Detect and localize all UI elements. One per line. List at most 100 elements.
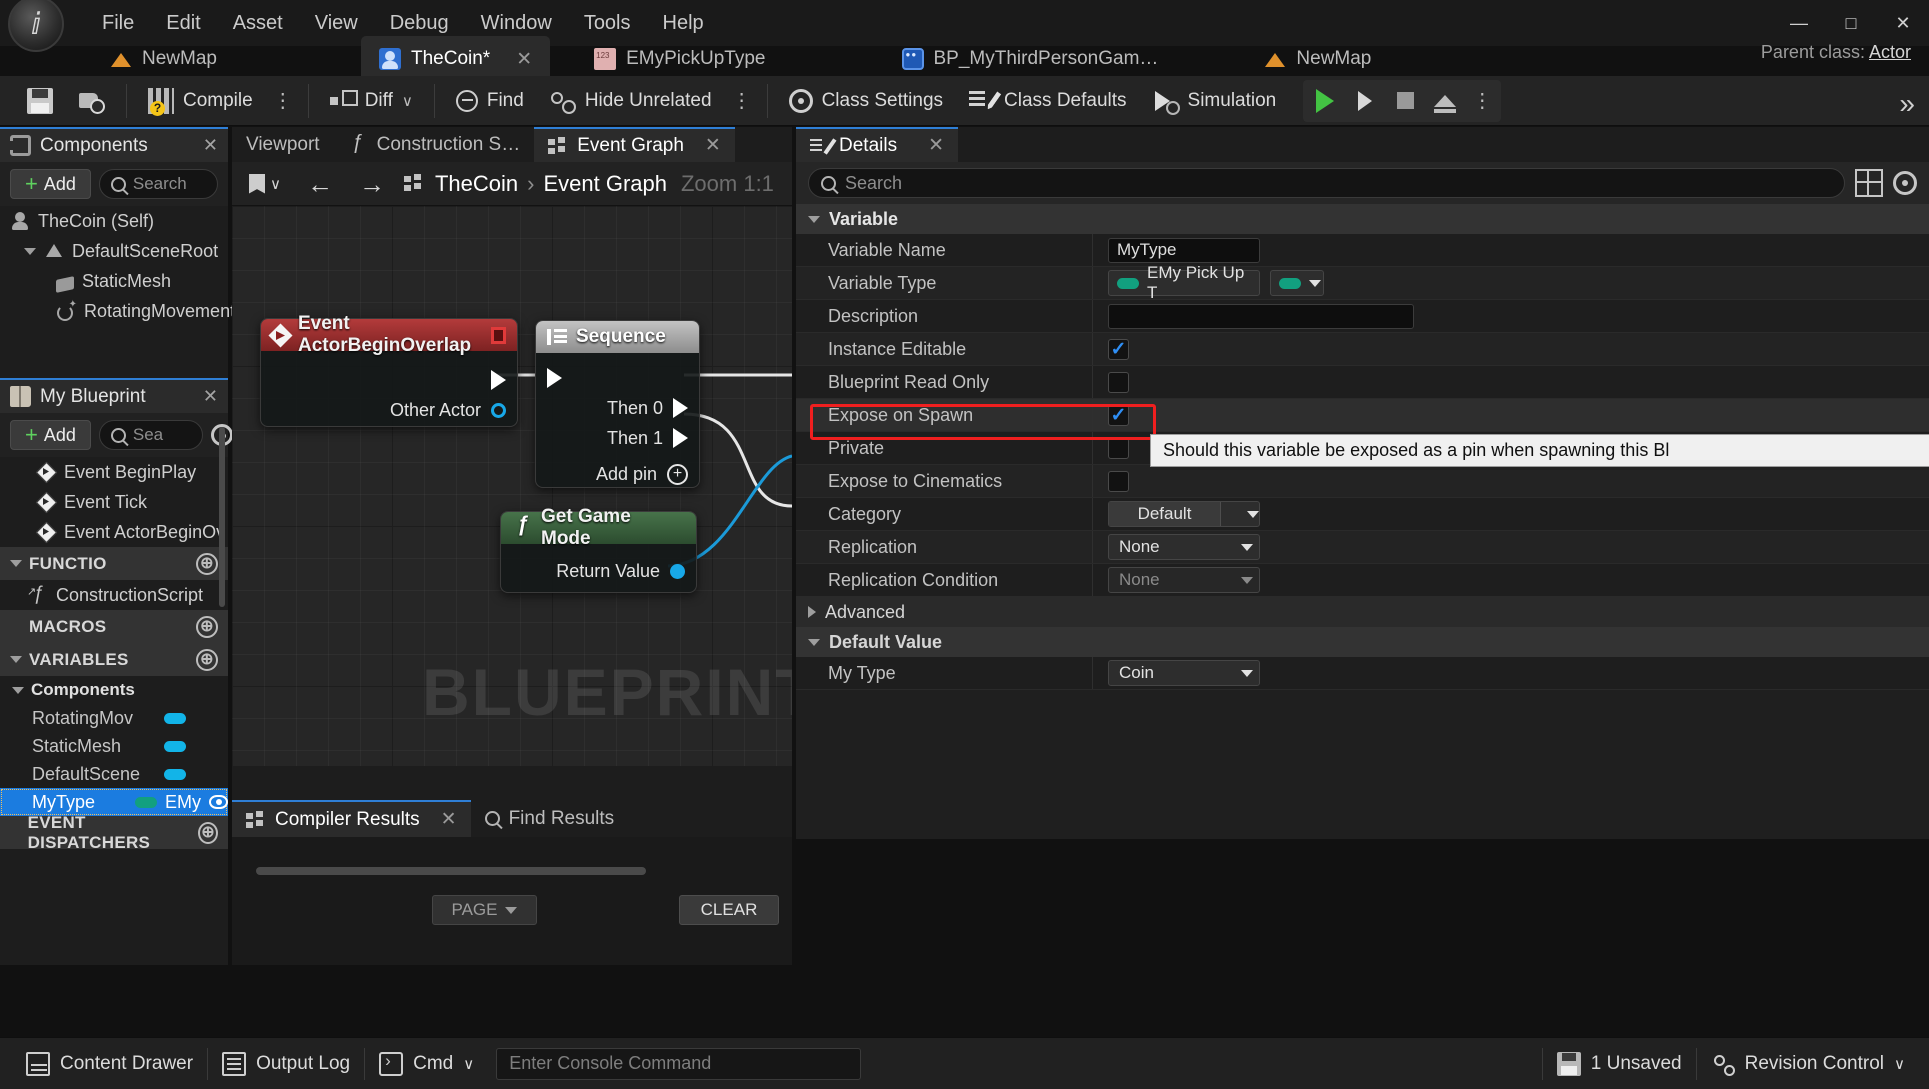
variable-row-staticmesh[interactable]: StaticMesh bbox=[0, 732, 228, 760]
chevron-down-icon[interactable] bbox=[808, 638, 820, 646]
category-dropdown[interactable]: Default bbox=[1108, 501, 1260, 527]
tab-compiler-results[interactable]: Compiler Results ✕ bbox=[232, 800, 471, 837]
toolbar-overflow-icon[interactable]: » bbox=[1899, 88, 1915, 120]
find-button[interactable]: Find bbox=[443, 80, 537, 122]
play-button[interactable] bbox=[1305, 81, 1345, 121]
tab-details[interactable]: Details ✕ bbox=[796, 127, 958, 162]
navigate-back-button[interactable]: ← bbox=[300, 168, 340, 200]
close-icon[interactable]: ✕ bbox=[203, 135, 218, 156]
unsaved-button[interactable]: 1 Unsaved bbox=[1543, 1044, 1696, 1084]
node-pin-exec-in[interactable] bbox=[536, 363, 699, 393]
chevron-down-icon[interactable] bbox=[10, 560, 22, 567]
console-command-input[interactable]: Enter Console Command bbox=[496, 1047, 862, 1080]
add-macro-button[interactable]: ⊕ bbox=[196, 615, 218, 638]
breadcrumb-root[interactable]: TheCoin bbox=[435, 171, 518, 197]
play-options-button[interactable]: ⋮ bbox=[1465, 88, 1499, 113]
tab-construction-script[interactable]: Construction S… bbox=[334, 127, 535, 162]
eject-button[interactable] bbox=[1425, 81, 1465, 121]
category-variable-header[interactable]: Variable bbox=[796, 204, 1929, 234]
class-defaults-button[interactable]: Class Defaults bbox=[956, 80, 1140, 122]
components-search-input[interactable]: Search bbox=[98, 169, 218, 199]
chevron-down-icon[interactable] bbox=[808, 215, 820, 223]
add-variable-button[interactable]: ⊕ bbox=[196, 648, 218, 671]
section-variables[interactable]: VARIABLES ⊕ bbox=[0, 643, 228, 676]
eye-visibility-icon[interactable] bbox=[209, 795, 228, 809]
private-checkbox[interactable] bbox=[1108, 437, 1129, 459]
hide-unrelated-button[interactable]: Hide Unrelated bbox=[537, 80, 725, 122]
chevron-right-icon[interactable] bbox=[808, 606, 816, 618]
description-input[interactable] bbox=[1108, 303, 1414, 329]
compile-button[interactable]: Compile bbox=[135, 80, 266, 122]
container-type-dropdown[interactable] bbox=[1270, 270, 1324, 296]
blueprint-read-only-checkbox[interactable] bbox=[1108, 371, 1129, 393]
replication-dropdown[interactable]: None bbox=[1108, 534, 1260, 560]
variable-type-dropdown[interactable]: EMy Pick Up T bbox=[1108, 263, 1260, 302]
node-pin-other-actor[interactable]: Other Actor bbox=[261, 395, 517, 425]
tab-event-graph[interactable]: Event Graph ✕ bbox=[534, 127, 735, 162]
revision-control-button[interactable]: Revision Control ∨ bbox=[1697, 1044, 1919, 1084]
component-row-staticmesh[interactable]: StaticMesh bbox=[0, 266, 228, 296]
node-pin-then-1[interactable]: Then 1 bbox=[536, 423, 699, 453]
close-icon[interactable]: ✕ bbox=[928, 134, 944, 157]
component-row-rotatingmovement[interactable]: RotatingMovement bbox=[0, 296, 235, 326]
variable-row-rotatingmovement[interactable]: RotatingMov bbox=[0, 704, 228, 732]
section-event-dispatchers[interactable]: EVENT DISPATCHERS ⊕ bbox=[0, 813, 228, 852]
my-blueprint-search-input[interactable]: Sea bbox=[98, 420, 203, 450]
tab-find-results[interactable]: Find Results bbox=[471, 800, 629, 837]
bookmark-button[interactable]: ∨ bbox=[242, 168, 288, 200]
node-sequence[interactable]: Sequence Then 0 Then 1 Add pin + bbox=[535, 320, 700, 488]
instance-editable-checkbox[interactable] bbox=[1108, 338, 1129, 360]
add-dispatcher-button[interactable]: ⊕ bbox=[198, 821, 218, 844]
section-functions[interactable]: FUNCTIO ⊕ bbox=[0, 547, 228, 580]
component-row-thecoin-self[interactable]: TheCoin (Self) bbox=[0, 206, 228, 236]
results-scrollbar[interactable] bbox=[256, 867, 646, 875]
diff-button[interactable]: Diff ∨ bbox=[317, 80, 426, 122]
output-log-button[interactable]: Output Log bbox=[208, 1044, 364, 1084]
graph-canvas[interactable]: BLUEPRINT Event ActorBeginOverlap Other … bbox=[232, 206, 792, 766]
my-blueprint-add-button[interactable]: + Add bbox=[10, 420, 91, 450]
simulation-button[interactable]: Simulation bbox=[1140, 80, 1290, 122]
node-pin-then-0[interactable]: Then 0 bbox=[536, 393, 699, 423]
chevron-down-icon[interactable] bbox=[10, 656, 22, 663]
section-macros[interactable]: MACROS ⊕ bbox=[0, 610, 228, 643]
node-pin-return-value[interactable]: Return Value bbox=[501, 556, 696, 586]
variables-group-components[interactable]: Components bbox=[0, 676, 228, 704]
default-value-section-header[interactable]: Default Value bbox=[796, 627, 1929, 657]
component-row-defaultsceneroot[interactable]: DefaultSceneRoot bbox=[0, 236, 228, 266]
graph-row-event-beginplay[interactable]: Event BeginPlay bbox=[0, 457, 228, 487]
left-panel-scrollbar[interactable] bbox=[219, 427, 225, 607]
close-icon[interactable]: ✕ bbox=[441, 808, 457, 831]
graph-row-event-tick[interactable]: Event Tick bbox=[0, 487, 228, 517]
graph-row-event-actorbeginoverlap[interactable]: Event ActorBeginOv bbox=[0, 517, 228, 547]
save-button[interactable] bbox=[14, 80, 66, 122]
details-search-input[interactable]: Search bbox=[808, 168, 1845, 198]
node-add-pin-button[interactable]: Add pin + bbox=[536, 459, 699, 489]
node-get-game-mode[interactable]: Get Game Mode Return Value bbox=[500, 506, 697, 593]
node-event-actorbeginoverlap[interactable]: Event ActorBeginOverlap Other Actor bbox=[260, 313, 518, 427]
close-icon[interactable]: ✕ bbox=[705, 134, 721, 157]
cmd-button[interactable]: Cmd ∨ bbox=[365, 1044, 488, 1084]
function-row-constructionscript[interactable]: ConstructionScript bbox=[0, 580, 228, 610]
tab-close-icon[interactable]: ✕ bbox=[516, 48, 532, 71]
breadcrumb-leaf[interactable]: Event Graph bbox=[543, 171, 667, 197]
components-add-button[interactable]: + Add bbox=[10, 169, 91, 199]
table-view-icon[interactable] bbox=[1855, 169, 1883, 197]
variable-row-defaultsceneroot[interactable]: DefaultScene bbox=[0, 760, 228, 788]
tab-viewport[interactable]: Viewport bbox=[232, 127, 334, 162]
delegate-pin-icon[interactable] bbox=[491, 326, 506, 344]
browse-button[interactable] bbox=[66, 80, 118, 122]
parent-class-value[interactable]: Actor bbox=[1869, 42, 1911, 62]
add-function-button[interactable]: ⊕ bbox=[196, 552, 218, 575]
clear-button[interactable]: CLEAR bbox=[679, 895, 779, 925]
step-button[interactable] bbox=[1345, 81, 1385, 121]
expose-on-spawn-checkbox[interactable] bbox=[1108, 404, 1129, 426]
replication-condition-dropdown[interactable]: None bbox=[1108, 567, 1260, 593]
class-settings-button[interactable]: Class Settings bbox=[776, 80, 956, 122]
content-drawer-button[interactable]: Content Drawer bbox=[12, 1044, 207, 1084]
page-button[interactable]: PAGE bbox=[432, 895, 537, 925]
close-icon[interactable]: ✕ bbox=[203, 386, 218, 407]
advanced-section-header[interactable]: Advanced bbox=[796, 597, 1929, 627]
navigate-forward-button[interactable]: → bbox=[352, 168, 392, 200]
expose-to-cinematics-checkbox[interactable] bbox=[1108, 470, 1129, 492]
hide-unrelated-options-button[interactable]: ⋮ bbox=[725, 88, 759, 113]
